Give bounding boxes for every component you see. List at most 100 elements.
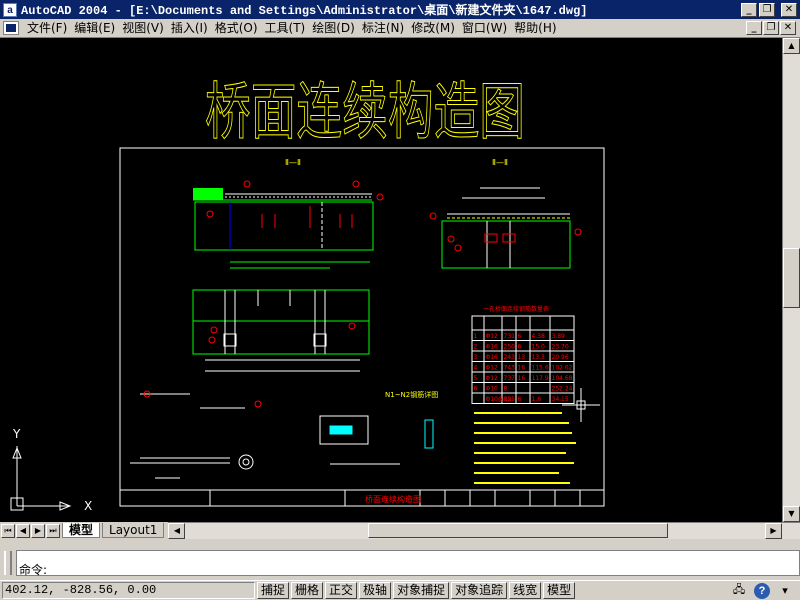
rebar-table-cell: 6	[518, 333, 522, 340]
rebar-table-cell: 6	[474, 386, 478, 393]
menu-window[interactable]: 窗口(W)	[460, 20, 512, 37]
rebar-table-cell: Φ12	[486, 333, 499, 340]
rebar-table-cell: 743	[504, 365, 516, 372]
rebar-table-cell: Φ12	[486, 365, 499, 372]
doc-restore-button[interactable]: ❐	[763, 21, 779, 35]
rebar-table-cell: 102.62	[552, 365, 573, 372]
rebar-table-cell: 34.15	[552, 396, 569, 403]
coordinate-display[interactable]: 402.12, -828.56, 0.00	[2, 582, 255, 599]
rebar-table-title: 一孔桥面连续钢筋数量表	[483, 305, 549, 313]
vertical-scroll-thumb[interactable]	[783, 248, 800, 308]
ucs-x-label: X	[84, 499, 92, 513]
help-icon[interactable]: ?	[754, 582, 770, 599]
rebar-table-cell: 16	[518, 375, 526, 382]
menu-modify[interactable]: 修改(M)	[409, 20, 460, 37]
rebar-table-cell: 20.96	[552, 354, 569, 361]
rebar-table-cell: 243	[504, 354, 516, 361]
restore-button[interactable]: ❐	[759, 2, 775, 17]
window-title: AutoCAD 2004 - [E:\Documents and Setting…	[21, 4, 588, 18]
prev-tab-button[interactable]: ◀	[16, 523, 30, 538]
layout-tab-bar: ⏮ ◀ ▶ ⏭ 模型 Layout1 ◀ ▶	[0, 522, 800, 539]
rebar-table-cell: 2	[474, 344, 478, 351]
rebar-table-cell: 15.0	[532, 344, 546, 351]
drawing-canvas[interactable]: 桥面连续构造图 桥面连续构造图 Ⅱ—Ⅱ Ⅱ—Ⅱ 一孔桥面连续钢筋数量表 1 Φ1…	[0, 38, 782, 522]
menu-view[interactable]: 视图(V)	[120, 20, 169, 37]
rebar-table-cell: 3	[474, 354, 478, 361]
rebar-table-cell: Φ16	[486, 354, 499, 361]
status-menu-arrow-icon[interactable]: ▾	[776, 583, 794, 599]
close-button[interactable]: ✕	[781, 2, 797, 17]
rebar-table-cell: 250	[504, 344, 516, 351]
rebar-table-cell: 731	[504, 333, 516, 340]
lineweight-toggle[interactable]: 线宽	[509, 582, 542, 599]
cross-section-view	[429, 187, 582, 269]
rebar-table-cell: 23.70	[552, 344, 569, 351]
rebar-table-cell: Φ12	[486, 375, 499, 382]
doc-close-button[interactable]: ✕	[780, 21, 796, 35]
title-block	[120, 489, 604, 506]
ortho-toggle[interactable]: 正交	[325, 582, 358, 599]
doc-minimize-button[interactable]: _	[746, 21, 762, 35]
section-label-1: Ⅱ—Ⅱ	[285, 158, 301, 167]
elevation-view	[193, 180, 384, 269]
menu-insert[interactable]: 插入(I)	[169, 20, 213, 37]
title-bar: a AutoCAD 2004 - [E:\Documents and Setti…	[0, 0, 800, 19]
command-window: 命令:	[0, 548, 800, 578]
minimize-button[interactable]: _	[741, 2, 757, 17]
scroll-left-button[interactable]: ◀	[168, 523, 186, 539]
vertical-scrollbar[interactable]: ▲ ▼	[782, 38, 800, 522]
menu-tools[interactable]: 工具(T)	[263, 20, 311, 37]
menu-help[interactable]: 帮助(H)	[512, 20, 561, 37]
scroll-down-button[interactable]: ▼	[783, 506, 800, 522]
menu-dimension[interactable]: 标注(N)	[360, 20, 409, 37]
title-block-label: 桥面连续构造图	[365, 494, 421, 504]
status-bar: 402.12, -828.56, 0.00 捕捉 栅格 正交 极轴 对象捕捉 对…	[0, 580, 800, 600]
ucs-icon	[10, 446, 72, 511]
rebar-table-cell: 6	[518, 344, 522, 351]
command-line-input[interactable]: 命令:	[16, 550, 800, 577]
tab-model[interactable]: 模型	[62, 523, 101, 538]
rebar-table-cell: 8	[504, 386, 508, 393]
scroll-right-button[interactable]: ▶	[765, 523, 782, 539]
rebar-table-cell: 4	[474, 365, 478, 372]
rebar-table-cell: 115.6	[532, 365, 549, 372]
tab-layout1[interactable]: Layout1	[102, 523, 165, 538]
detail-label: N1~N2钢筋详图	[385, 390, 438, 399]
rebar-table-cell: Φ16	[486, 344, 499, 351]
plan-view	[192, 289, 370, 372]
drawing-big-title: 桥面连续构造图	[205, 75, 525, 148]
cad-drawing: 桥面连续构造图 桥面连续构造图 Ⅱ—Ⅱ Ⅱ—Ⅱ 一孔桥面连续钢筋数量表 1 Φ1…	[10, 75, 605, 513]
menu-edit[interactable]: 编辑(E)	[72, 20, 120, 37]
document-icon[interactable]	[3, 21, 19, 35]
first-tab-button[interactable]: ⏮	[1, 523, 15, 538]
rebar-table-cell: 4.38	[532, 333, 546, 340]
last-tab-button[interactable]: ⏭	[46, 523, 60, 538]
osnap-toggle[interactable]: 对象捕捉	[393, 582, 450, 599]
command-window-grip[interactable]	[4, 551, 12, 575]
rebar-table-cell: 117.9	[532, 375, 549, 382]
next-tab-button[interactable]: ▶	[31, 523, 45, 538]
rebar-table-cell: 104.68	[552, 375, 573, 382]
model-space-toggle[interactable]: 模型	[543, 582, 576, 599]
rebar-table-cell: 3.89	[552, 333, 566, 340]
autocad-app-icon[interactable]: a	[3, 2, 17, 17]
rebar-table-cell: 1	[474, 333, 478, 340]
rebar-table-cell: 16	[518, 365, 526, 372]
command-prompt: 命令:	[19, 563, 48, 577]
rebar-table-cell: 252.24	[552, 386, 573, 393]
detail-view	[130, 390, 434, 479]
horizontal-scrollbar[interactable]: ◀ ▶	[168, 522, 800, 539]
otrack-toggle[interactable]: 对象追踪	[451, 582, 508, 599]
communication-center-icon[interactable]: 🖧	[730, 583, 748, 599]
snap-toggle[interactable]: 捕捉	[257, 582, 290, 599]
menu-file[interactable]: 文件(F)	[25, 20, 72, 37]
menu-format[interactable]: 格式(O)	[213, 20, 263, 37]
rebar-table-cell: 1.6	[532, 396, 542, 403]
rebar-table-cell: 855	[504, 396, 516, 403]
notes-block	[474, 412, 576, 484]
scroll-up-button[interactable]: ▲	[783, 38, 800, 54]
horizontal-scroll-thumb[interactable]	[368, 523, 669, 538]
grid-toggle[interactable]: 栅格	[291, 582, 324, 599]
menu-draw[interactable]: 绘图(D)	[310, 20, 360, 37]
polar-toggle[interactable]: 极轴	[359, 582, 392, 599]
